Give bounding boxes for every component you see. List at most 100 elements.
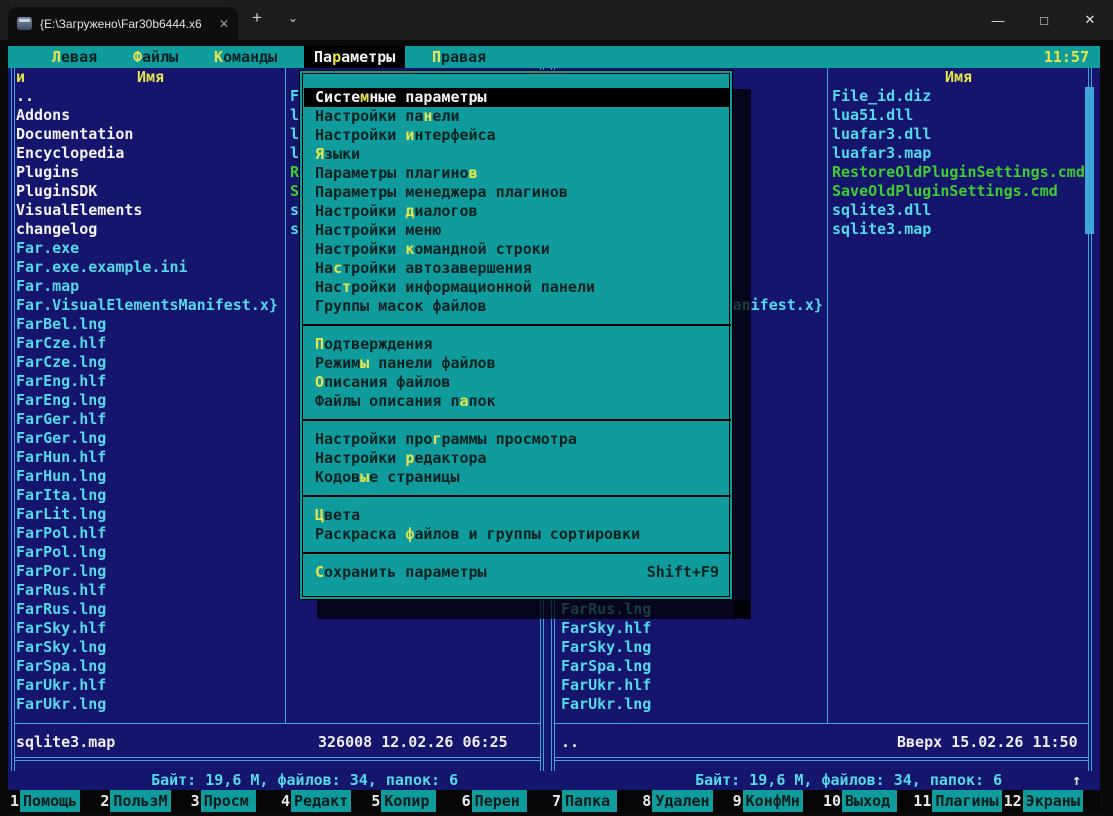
menu-item[interactable]: Файлы описания папок <box>304 392 730 411</box>
file-item[interactable]: FarSpa.lng <box>561 657 827 676</box>
new-tab-button[interactable]: + <box>252 8 262 28</box>
file-item[interactable]: FarPol.lng <box>16 543 285 562</box>
file-item[interactable]: FarRus.lng <box>16 600 285 619</box>
fnkey-3[interactable]: 3Просм <box>191 790 256 812</box>
file-item[interactable]: lua51.dll <box>832 106 1085 125</box>
file-item[interactable]: Far.map <box>16 277 285 296</box>
file-item[interactable]: FarSpa.lng <box>16 657 285 676</box>
file-item[interactable]: sqlite3.dll <box>832 201 1085 220</box>
file-item[interactable]: FarBel.lng <box>16 315 285 334</box>
menubar-item[interactable]: Правая <box>432 46 486 68</box>
file-item[interactable]: FarCze.lng <box>16 353 285 372</box>
menu-item[interactable]: Языки <box>304 145 730 164</box>
file-item[interactable]: changelog <box>16 220 285 239</box>
file-item[interactable]: FarPor.lng <box>16 562 285 581</box>
clock: 11:57 <box>1044 46 1089 68</box>
file-item[interactable]: FarGer.lng <box>16 429 285 448</box>
file-item[interactable]: Plugins <box>16 163 285 182</box>
file-item[interactable]: luafar3.dll <box>832 125 1085 144</box>
menubar-item[interactable]: Левая <box>52 46 97 68</box>
file-item[interactable]: FarHun.hlf <box>16 448 285 467</box>
file-item[interactable]: FarUkr.lng <box>561 695 827 714</box>
history-arrow-icon[interactable]: ↑ <box>1072 771 1081 790</box>
file-item[interactable]: PluginSDK <box>16 182 285 201</box>
file-item[interactable]: FarHun.lng <box>16 467 285 486</box>
maximize-button[interactable]: □ <box>1021 0 1067 40</box>
file-item[interactable]: Far.exe <box>16 239 285 258</box>
fnkey-number: 9 <box>733 790 743 812</box>
file-item[interactable]: FarEng.lng <box>16 391 285 410</box>
file-item[interactable]: .. <box>16 87 285 106</box>
file-item[interactable]: FarSky.lng <box>561 638 827 657</box>
fnkey-6[interactable]: 6Перен <box>462 790 527 812</box>
file-item[interactable]: luafar3.map <box>832 144 1085 163</box>
menu-item[interactable]: Параметры плагинов <box>304 164 730 183</box>
menu-item[interactable]: Системные параметры <box>304 88 730 107</box>
menu-item[interactable]: Описания файлов <box>304 373 730 392</box>
file-item[interactable]: FarCze.hlf <box>16 334 285 353</box>
file-item[interactable]: Far.VisualElementsManifest.x} <box>16 296 285 315</box>
menu-item[interactable]: Кодовые страницы <box>304 468 730 487</box>
titlebar: {E:\Загружено\Far30b6444.x6 ✕ + ⌄ — □ ✕ <box>0 0 1113 40</box>
close-button[interactable]: ✕ <box>1067 0 1113 40</box>
file-item[interactable]: sqlite3.map <box>832 220 1085 239</box>
menu-item[interactable]: Настройки автозавершения <box>304 259 730 278</box>
command-line[interactable]: E:\Загружено\Far30b6444.x64.20260212> <box>10 771 398 790</box>
file-item[interactable]: Encyclopedia <box>16 144 285 163</box>
menu-item[interactable]: Настройки диалогов <box>304 202 730 221</box>
fnkey-11[interactable]: 11Плагины <box>913 790 1001 812</box>
menu-item[interactable]: Сохранить параметрыShift+F9 <box>304 563 730 582</box>
file-item[interactable]: FarUkr.lng <box>16 695 285 714</box>
fnkey-5[interactable]: 5Копир <box>371 790 436 812</box>
menu-item[interactable]: Цвета <box>304 506 730 525</box>
menu-item[interactable]: Раскраска файлов и группы сортировки <box>304 525 730 544</box>
menu-item[interactable]: Настройки интерфейса <box>304 126 730 145</box>
file-item[interactable]: FarGer.hlf <box>16 410 285 429</box>
menu-item[interactable]: Группы масок файлов <box>304 297 730 316</box>
menubar-item[interactable]: Файлы <box>133 46 178 68</box>
file-item[interactable]: FarRus.hlf <box>16 581 285 600</box>
file-item[interactable]: FarSky.hlf <box>16 619 285 638</box>
menu-item[interactable]: Настройки программы просмотра <box>304 430 730 449</box>
file-item[interactable]: FarUkr.hlf <box>16 676 285 695</box>
file-item[interactable]: FarEng.hlf <box>16 372 285 391</box>
file-item[interactable]: FarPol.hlf <box>16 524 285 543</box>
file-item[interactable]: Far.exe.example.ini <box>16 258 285 277</box>
scrollbar-thumb[interactable] <box>1085 87 1094 234</box>
fnkey-7[interactable]: 7Папка <box>552 790 617 812</box>
tab-close-icon[interactable]: ✕ <box>219 17 229 31</box>
file-item[interactable]: SaveOldPluginSettings.cmd <box>832 182 1085 201</box>
file-item[interactable]: VisualElements <box>16 201 285 220</box>
tab-dropdown-icon[interactable]: ⌄ <box>288 11 298 25</box>
file-item[interactable]: RestoreOldPluginSettings.cmd <box>832 163 1085 182</box>
menu-item[interactable]: Настройки информационной панели <box>304 278 730 297</box>
file-item[interactable]: FarLit.lng <box>16 505 285 524</box>
file-item[interactable]: FarSky.hlf <box>561 619 827 638</box>
fnkey-4[interactable]: 4Редакт <box>281 790 351 812</box>
fnkey-label: Экраны <box>1023 790 1083 812</box>
menubar-item[interactable]: Параметры <box>304 46 405 68</box>
fnkey-9[interactable]: 9КонфМн <box>733 790 803 812</box>
menu-item[interactable]: Подтверждения <box>304 335 730 354</box>
fnkey-8[interactable]: 8Удален <box>642 790 712 812</box>
minimize-button[interactable]: — <box>975 0 1021 40</box>
file-item[interactable]: Documentation <box>16 125 285 144</box>
fnkey-label: Удален <box>652 790 712 812</box>
menubar-item[interactable]: Команды <box>214 46 277 68</box>
menu-item[interactable]: Настройки панели <box>304 107 730 126</box>
menu-item[interactable]: Настройки редактора <box>304 449 730 468</box>
fnkey-10[interactable]: 10Выход <box>823 790 897 812</box>
menu-item[interactable]: Режимы панели файлов <box>304 354 730 373</box>
fnkey-12[interactable]: 12Экраны <box>1004 790 1083 812</box>
file-item[interactable]: FarUkr.hlf <box>561 676 827 695</box>
file-item[interactable]: File_id.diz <box>832 87 1085 106</box>
fnkey-2[interactable]: 2ПользМ <box>100 790 170 812</box>
file-item[interactable]: FarIta.lng <box>16 486 285 505</box>
fnkey-1[interactable]: 1Помощь <box>10 790 80 812</box>
menu-item[interactable]: Параметры менеджера плагинов <box>304 183 730 202</box>
menu-item[interactable]: Настройки командной строки <box>304 240 730 259</box>
terminal-tab[interactable]: {E:\Загружено\Far30b6444.x6 ✕ <box>8 7 238 40</box>
file-item[interactable]: Addons <box>16 106 285 125</box>
menu-item[interactable]: Настройки меню <box>304 221 730 240</box>
file-item[interactable]: FarSky.lng <box>16 638 285 657</box>
